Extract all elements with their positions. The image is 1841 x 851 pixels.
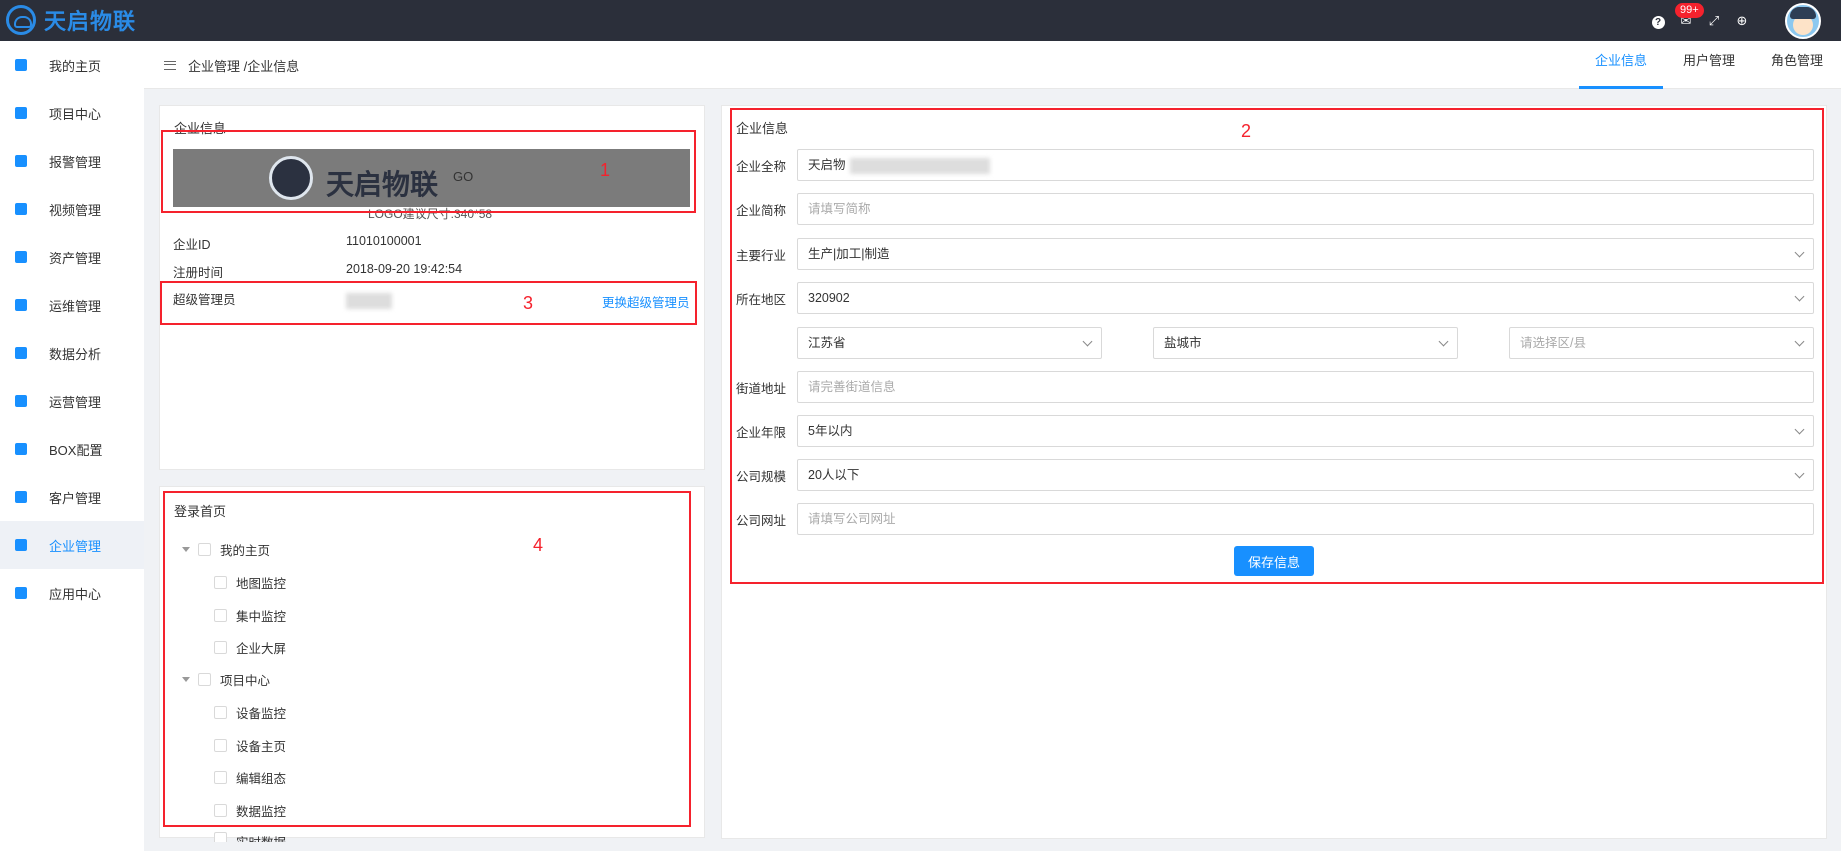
sidebar-item-maintenance[interactable]: 运维管理	[0, 281, 144, 329]
cloud-logo-icon	[6, 5, 36, 35]
sidebar-item-label: 客户管理	[49, 490, 102, 506]
tab-user-management[interactable]: 用户管理	[1665, 41, 1753, 89]
sidebar-item-assets[interactable]: 资产管理	[0, 233, 144, 281]
grid-icon	[15, 587, 27, 599]
sidebar-item-label: 运维管理	[49, 298, 102, 314]
sidebar-item-label: 运营管理	[49, 394, 102, 410]
sidebar-item-customers[interactable]: 客户管理	[0, 473, 144, 521]
gear-icon	[15, 299, 27, 311]
sidebar-item-label: 企业管理	[49, 538, 102, 554]
help-icon-wrap[interactable]: ?	[1649, 12, 1667, 30]
bell-icon	[15, 155, 27, 167]
checkbox[interactable]	[214, 832, 227, 842]
notification-badge: 99+	[1675, 2, 1704, 18]
box-settings-icon	[15, 443, 27, 455]
sidebar-item-label: 报警管理	[49, 154, 102, 170]
home-icon	[15, 59, 27, 71]
sidebar-item-video[interactable]: 视频管理	[0, 185, 144, 233]
sidebar-item-label: 视频管理	[49, 202, 102, 218]
avatar[interactable]	[1785, 2, 1821, 39]
annotation-box-4	[163, 491, 691, 827]
asset-icon	[15, 251, 27, 263]
page-header: 企业管理 /企业信息 企业信息 用户管理 角色管理	[144, 41, 1841, 89]
sidebar-item-label: 资产管理	[49, 250, 102, 266]
sidebar: 我的主页 项目中心 报警管理 视频管理 资产管理 运维管理 数据分析 运营管理 …	[0, 41, 144, 851]
enterprise-id-label: 企业ID	[173, 238, 211, 252]
register-time-value: 2018-09-20 19:42:54	[346, 262, 463, 276]
breadcrumb-text: 企业管理 /企业信息	[188, 58, 300, 74]
sidebar-item-label: 应用中心	[49, 586, 102, 602]
fullscreen-icon[interactable]: ⤢	[1705, 12, 1723, 30]
users-icon	[15, 491, 27, 503]
briefcase-icon	[15, 539, 27, 551]
stack-icon	[15, 107, 27, 119]
tab-enterprise-info[interactable]: 企业信息	[1577, 41, 1665, 89]
sidebar-item-box-config[interactable]: BOX配置	[0, 425, 144, 473]
annotation-box-3	[160, 281, 697, 325]
sidebar-item-home[interactable]: 我的主页	[0, 41, 144, 89]
help-icon: ?	[1651, 15, 1665, 29]
annotation-number-2: 2	[1241, 121, 1252, 141]
sidebar-item-analytics[interactable]: 数据分析	[0, 329, 144, 377]
top-bar: 天启物联 ? ✉ 99+ ⤢ ⊕	[0, 0, 1841, 41]
menu-fold-icon[interactable]	[164, 60, 176, 70]
mail-icon[interactable]: ✉ 99+	[1675, 2, 1704, 30]
enterprise-id-value: 11010100001	[346, 234, 422, 248]
sidebar-item-alarms[interactable]: 报警管理	[0, 137, 144, 185]
sidebar-item-operations[interactable]: 运营管理	[0, 377, 144, 425]
sidebar-item-label: BOX配置	[49, 442, 103, 458]
tabs: 企业信息 用户管理 角色管理	[1577, 41, 1841, 89]
annotation-number-3: 3	[523, 293, 534, 313]
sidebar-item-label: 数据分析	[49, 346, 102, 362]
annotation-number-1: 1	[600, 160, 611, 180]
annotation-box-2	[730, 108, 1824, 584]
sidebar-item-projects[interactable]: 项目中心	[0, 89, 144, 137]
shield-icon	[15, 395, 27, 407]
annotation-box-1	[161, 130, 696, 213]
top-icons: ? ✉ 99+ ⤢ ⊕	[1649, 0, 1821, 41]
register-time-label: 注册时间	[173, 266, 224, 280]
sidebar-item-label: 我的主页	[49, 58, 102, 74]
sidebar-item-enterprise[interactable]: 企业管理	[0, 521, 144, 569]
tab-role-management[interactable]: 角色管理	[1753, 41, 1841, 89]
annotation-number-4: 4	[533, 535, 544, 555]
video-icon	[15, 203, 27, 215]
breadcrumb: 企业管理 /企业信息	[164, 41, 299, 89]
sidebar-item-label: 项目中心	[49, 106, 102, 122]
sidebar-item-apps[interactable]: 应用中心	[0, 569, 144, 617]
monitor-chart-icon	[15, 347, 27, 359]
tree-node-label: 实时数据	[236, 832, 286, 842]
brand-name: 天启物联	[44, 9, 137, 34]
brand[interactable]: 天启物联	[6, 4, 136, 36]
tree-node[interactable]: 实时数据	[214, 832, 286, 842]
globe-icon[interactable]: ⊕	[1733, 12, 1751, 30]
